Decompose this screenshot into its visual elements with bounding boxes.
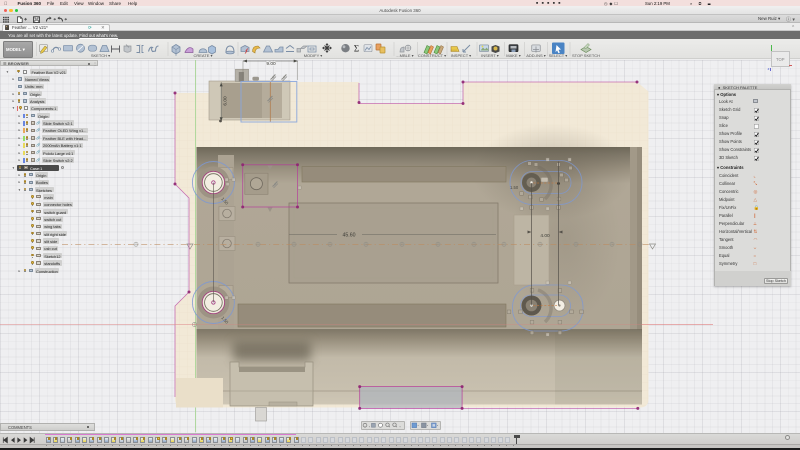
svg-text:1.50: 1.50 xyxy=(510,185,519,190)
svg-text:STOP SKETCH: STOP SKETCH xyxy=(572,53,600,58)
svg-text:SELECT ▾: SELECT ▾ xyxy=(549,53,568,58)
svg-text:CREATE ▾: CREATE ▾ xyxy=(193,53,212,58)
svg-text:SKETCH ▾: SKETCH ▾ xyxy=(91,53,110,58)
svg-text:INSERT ▾: INSERT ▾ xyxy=(481,53,499,58)
svg-text:CONSTRUCT ▾: CONSTRUCT ▾ xyxy=(418,53,446,58)
svg-text:9.00: 9.00 xyxy=(266,61,276,67)
svg-text:Σ: Σ xyxy=(354,43,359,53)
svg-text:MODIFY ▾: MODIFY ▾ xyxy=(304,53,323,58)
svg-text:6.00: 6.00 xyxy=(223,96,229,106)
svg-text:MAKE ▾: MAKE ▾ xyxy=(506,53,520,58)
svg-text:INSPECT ▾: INSPECT ▾ xyxy=(451,53,471,58)
svg-text:4.00: 4.00 xyxy=(540,233,550,239)
svg-text:45.60: 45.60 xyxy=(343,232,356,238)
svg-text:...MBLE ▾: ...MBLE ▾ xyxy=(396,53,413,58)
svg-text:ADD-INS ▾: ADD-INS ▾ xyxy=(526,53,546,58)
